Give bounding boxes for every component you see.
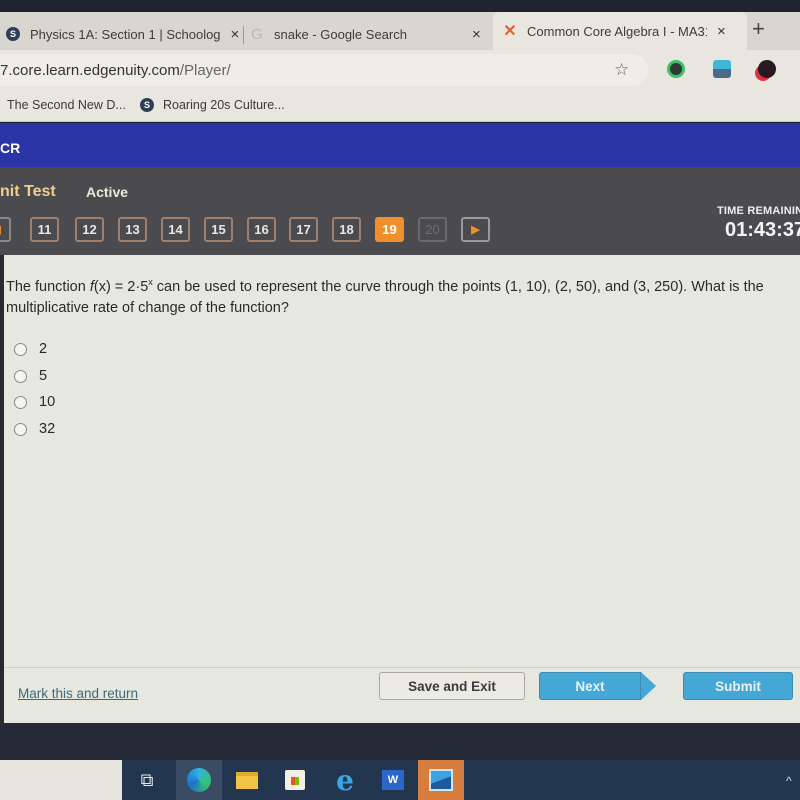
new-tab-button[interactable]: + bbox=[752, 16, 765, 42]
next-button[interactable]: Next bbox=[539, 672, 641, 700]
question-16-button[interactable]: 16 bbox=[247, 217, 276, 242]
google-icon: G bbox=[251, 25, 263, 43]
close-icon[interactable]: × bbox=[231, 26, 240, 43]
function-body: = 2·5 bbox=[110, 278, 149, 295]
url-host: 7.core.learn.edgenuity.com bbox=[0, 62, 180, 79]
course-header: CR bbox=[0, 123, 800, 167]
question-panel: The function f(x) = 2·5x can be used to … bbox=[0, 255, 800, 723]
close-icon[interactable]: × bbox=[717, 23, 726, 40]
tab-google-search[interactable]: G snake - Google Search × bbox=[250, 18, 486, 50]
browser-toolbar: 7.core.learn.edgenuity.com/Player/ ☆ bbox=[0, 50, 800, 90]
previous-question-button[interactable]: ◀ bbox=[0, 217, 11, 242]
task-view-icon[interactable]: ⧉ bbox=[124, 760, 170, 800]
tab-divider bbox=[243, 26, 244, 44]
address-bar[interactable]: 7.core.learn.edgenuity.com/Player/ ☆ bbox=[0, 54, 648, 86]
test-status: Active bbox=[86, 184, 129, 200]
question-13-button[interactable]: 13 bbox=[118, 217, 147, 242]
question-18-button[interactable]: 18 bbox=[332, 217, 361, 242]
radio-button[interactable] bbox=[14, 369, 27, 383]
file-explorer-icon[interactable] bbox=[224, 760, 270, 800]
word-icon[interactable]: W bbox=[370, 760, 416, 800]
question-20-button: 20 bbox=[418, 217, 447, 242]
word-glyph: W bbox=[382, 770, 404, 790]
microsoft-store-icon[interactable] bbox=[272, 760, 318, 800]
taskbar-search-box[interactable] bbox=[0, 760, 122, 800]
choice-label: 32 bbox=[39, 421, 56, 437]
question-text-part: The function bbox=[6, 278, 90, 295]
time-remaining-value: 01:43:37 bbox=[725, 219, 800, 241]
folder-glyph bbox=[236, 771, 258, 789]
answer-choice-10[interactable]: 10 bbox=[14, 394, 55, 410]
mark-and-return-link[interactable]: Mark this and return bbox=[18, 686, 138, 701]
tab-title: Physics 1A: Section 1 | Schoolog bbox=[30, 26, 221, 42]
choice-label: 2 bbox=[39, 341, 48, 357]
close-icon[interactable]: × bbox=[472, 26, 481, 43]
url-path: /Player/ bbox=[179, 62, 231, 79]
monitor-bezel bbox=[0, 723, 800, 763]
radio-button[interactable] bbox=[14, 422, 27, 436]
bookmark-second-new-deal[interactable]: The Second New D... bbox=[7, 98, 126, 112]
tab-title: Common Core Algebra I - MA31 bbox=[527, 23, 707, 39]
answer-choice-2[interactable]: 2 bbox=[14, 341, 47, 357]
radio-button[interactable] bbox=[14, 395, 27, 409]
answer-choice-5[interactable]: 5 bbox=[14, 368, 47, 384]
store-bag-glyph bbox=[285, 770, 305, 790]
schoology-icon: S bbox=[6, 27, 20, 41]
system-tray-chevron-icon[interactable]: ^ bbox=[786, 774, 792, 788]
test-toolbar: nit Test Active ◀ 11 12 13 14 15 16 17 1… bbox=[0, 167, 800, 255]
taskbar: ⧉ e W ^ bbox=[0, 760, 800, 800]
edge-logo bbox=[187, 768, 211, 792]
question-15-button[interactable]: 15 bbox=[204, 217, 233, 242]
choice-label: 5 bbox=[39, 368, 48, 384]
extension-tray-icon[interactable] bbox=[713, 60, 731, 78]
question-19-button[interactable]: 19 bbox=[375, 217, 404, 242]
question-17-button[interactable]: 17 bbox=[289, 217, 318, 242]
next-question-nav-button[interactable]: ▶ bbox=[461, 217, 490, 242]
edgenuity-icon: ✕ bbox=[503, 23, 517, 40]
test-title: nit Test bbox=[0, 183, 56, 200]
footer-divider bbox=[4, 667, 800, 668]
extension-paint-icon[interactable] bbox=[758, 60, 776, 78]
extension-grammarly-icon[interactable] bbox=[667, 60, 685, 78]
submit-button[interactable]: Submit bbox=[683, 672, 793, 700]
radio-button[interactable] bbox=[14, 342, 27, 356]
course-brand: CR bbox=[0, 140, 21, 156]
function-arg: (x) bbox=[93, 278, 111, 295]
edge-browser-icon[interactable] bbox=[176, 760, 222, 800]
time-remaining-label: TIME REMAINING bbox=[717, 205, 800, 217]
question-11-button[interactable]: 11 bbox=[30, 217, 59, 242]
bookmark-label: Roaring 20s Culture... bbox=[163, 98, 285, 112]
browser-tab-strip: S Physics 1A: Section 1 | Schoolog × G s… bbox=[0, 12, 800, 50]
schoology-icon: S bbox=[140, 98, 154, 112]
tab-title: snake - Google Search bbox=[274, 26, 407, 42]
question-12-button[interactable]: 12 bbox=[75, 217, 104, 242]
tab-common-core-algebra[interactable]: ✕ Common Core Algebra I - MA31 × bbox=[493, 12, 747, 50]
url-text: 7.core.learn.edgenuity.com/Player/ bbox=[0, 62, 231, 79]
bookmarks-bar: The Second New D... S Roaring 20s Cultur… bbox=[0, 90, 800, 122]
photos-icon[interactable] bbox=[418, 760, 464, 800]
tab-physics[interactable]: S Physics 1A: Section 1 | Schoolog × bbox=[6, 18, 242, 50]
favorite-star-icon[interactable]: ☆ bbox=[614, 60, 629, 80]
question-14-button[interactable]: 14 bbox=[161, 217, 190, 242]
internet-explorer-icon[interactable]: e bbox=[322, 760, 368, 800]
next-button-arrow[interactable] bbox=[641, 672, 656, 700]
bookmark-roaring-20s[interactable]: S Roaring 20s Culture... bbox=[140, 98, 285, 112]
save-and-exit-button[interactable]: Save and Exit bbox=[379, 672, 525, 700]
choice-label: 10 bbox=[39, 394, 56, 410]
answer-choice-32[interactable]: 32 bbox=[14, 421, 55, 437]
photos-glyph bbox=[429, 769, 453, 791]
bookmark-label: The Second New D... bbox=[7, 98, 126, 112]
question-text: The function f(x) = 2·5x can be used to … bbox=[6, 272, 798, 319]
